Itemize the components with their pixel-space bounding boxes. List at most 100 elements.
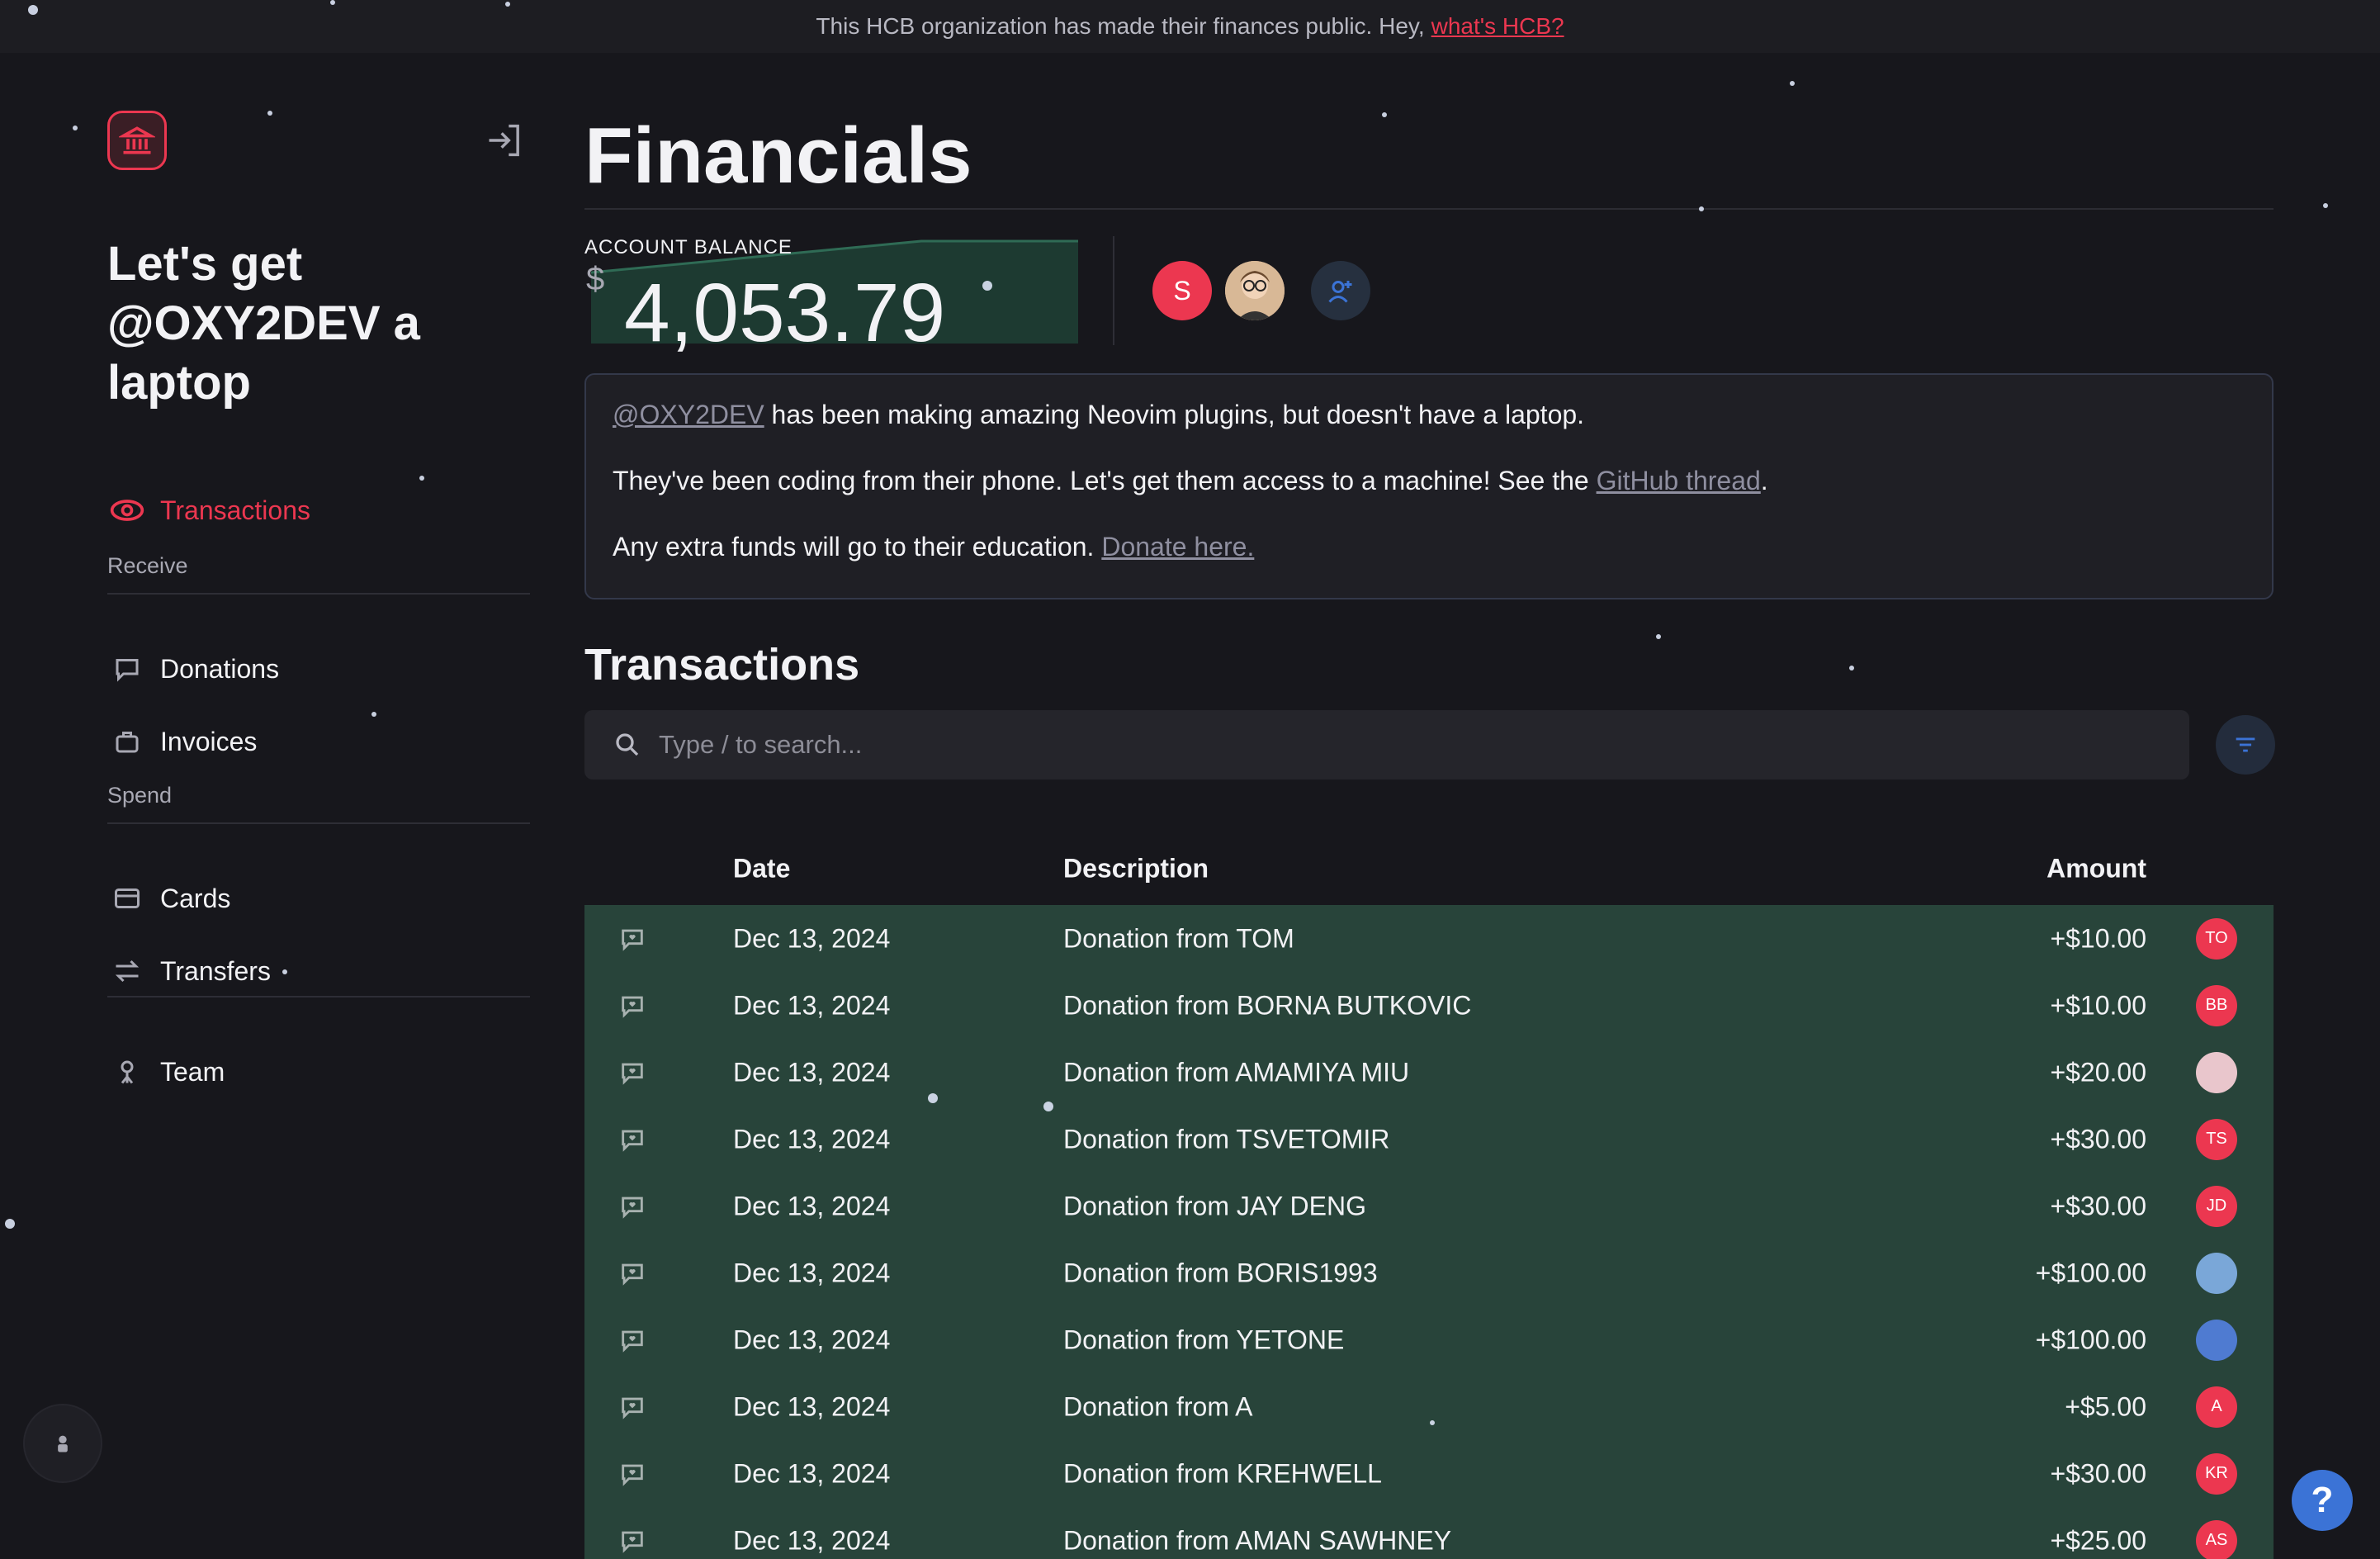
filter-button[interactable] — [2216, 715, 2275, 775]
snowflake-decoration — [1656, 634, 1661, 639]
table-row[interactable]: Dec 13, 2024 Donation from JAY DENG +$30.0… — [584, 1173, 2274, 1239]
page-title: Financials — [584, 111, 972, 200]
transaction-amount: +$25.00 — [2050, 1525, 2146, 1555]
transaction-date: Dec 13, 2024 — [733, 1057, 891, 1087]
avatar[interactable]: JD — [2196, 1185, 2237, 1227]
transaction-amount: +$5.00 — [2065, 1391, 2146, 1421]
organization-name: Let's get @OXY2DEV a laptop — [107, 237, 420, 410]
avatar[interactable] — [2196, 1319, 2237, 1361]
snowflake-decoration — [1699, 206, 1704, 211]
avatar[interactable]: KR — [2196, 1452, 2237, 1495]
avatar[interactable]: S — [1152, 261, 1212, 320]
sidebar-item-team[interactable]: Team — [107, 1049, 537, 1095]
table-row[interactable]: Dec 13, 2024 Donation from A +$5.00 A — [584, 1373, 2274, 1440]
divider — [107, 822, 530, 824]
table-row[interactable]: Dec 13, 2024 Donation from AMAN SAWHNEY +$… — [584, 1507, 2274, 1559]
sidebar: Let's get @OXY2DEV a laptop Transactions… — [0, 53, 561, 1559]
donation-icon — [616, 1257, 649, 1290]
table-row[interactable]: Dec 13, 2024 Donation from KREHWELL +$30.0… — [584, 1440, 2274, 1507]
sidebar-item-label: Transfers — [160, 955, 271, 986]
invite-member-button[interactable] — [1311, 261, 1370, 320]
sidebar-item-label: Cards — [160, 883, 231, 913]
column-header-amount[interactable]: Amount — [2046, 854, 2146, 884]
transaction-amount: +$20.00 — [2050, 1057, 2146, 1087]
donation-icon — [616, 922, 649, 955]
table-row[interactable]: Dec 13, 2024 Donation from BORIS1993 +$100… — [584, 1239, 2274, 1306]
banner-text: This HCB organization has made their fin… — [816, 13, 1425, 39]
search-input[interactable] — [659, 730, 2145, 760]
transaction-description: Donation from TOM — [1063, 923, 1294, 953]
sidebar-item-invoices[interactable]: Invoices — [107, 718, 537, 765]
avatar[interactable]: TO — [2196, 917, 2237, 960]
eye-icon — [107, 490, 147, 530]
transaction-date: Dec 13, 2024 — [733, 990, 891, 1020]
snowflake-decoration — [1043, 1102, 1053, 1111]
avatar[interactable]: AS — [2196, 1519, 2237, 1559]
column-header-date[interactable]: Date — [733, 854, 790, 884]
transaction-description: Donation from YETONE — [1063, 1324, 1345, 1354]
account-balance: ACCOUNT BALANCE $ 4,053.79 — [584, 236, 1078, 359]
transaction-description: Donation from BORIS1993 — [1063, 1258, 1378, 1287]
transaction-amount: +$10.00 — [2050, 923, 2146, 953]
transaction-date: Dec 13, 2024 — [733, 1258, 891, 1287]
divider — [584, 208, 2274, 210]
table-header: Date Description Amount — [584, 809, 2274, 905]
transaction-date: Dec 13, 2024 — [733, 1458, 891, 1488]
transaction-description: Donation from A — [1063, 1391, 1253, 1421]
table-row[interactable]: Dec 13, 2024 Donation from TSVETOMIR +$30.… — [584, 1106, 2274, 1173]
chat-heart-icon — [107, 649, 147, 689]
tools-button[interactable] — [23, 1404, 102, 1483]
transaction-date: Dec 13, 2024 — [733, 1191, 891, 1220]
snowflake-decoration — [28, 5, 38, 15]
table-row[interactable]: Dec 13, 2024 Donation from BORNA BUTKOVIC… — [584, 972, 2274, 1039]
sign-in-icon[interactable] — [484, 119, 527, 162]
person-icon — [107, 1052, 147, 1092]
transaction-description: Donation from KREHWELL — [1063, 1458, 1382, 1488]
table-row[interactable]: Dec 13, 2024 Donation from TOM +$10.00 TO — [584, 905, 2274, 972]
snowflake-decoration — [1430, 1420, 1435, 1425]
currency-symbol: $ — [586, 261, 605, 297]
transaction-description: Donation from AMAN SAWHNEY — [1063, 1525, 1452, 1555]
oxy2dev-link[interactable]: @OXY2DEV — [613, 400, 764, 429]
avatar[interactable]: A — [2196, 1386, 2237, 1428]
sidebar-item-transactions[interactable]: Transactions — [107, 487, 537, 533]
avatar[interactable]: BB — [2196, 984, 2237, 1026]
transaction-amount: +$10.00 — [2050, 990, 2146, 1020]
sidebar-item-transfers[interactable]: Transfers — [107, 948, 537, 994]
sidebar-item-cards[interactable]: Cards — [107, 875, 537, 922]
transaction-description: Donation from BORNA BUTKOVIC — [1063, 990, 1472, 1020]
snowflake-decoration — [330, 0, 335, 5]
balance-value: 4,053.79 — [624, 267, 946, 359]
section-receive: Receive — [107, 553, 188, 578]
donation-icon — [616, 989, 649, 1022]
help-button[interactable]: ? — [2292, 1470, 2353, 1531]
snowflake-decoration — [419, 476, 424, 481]
donation-icon — [616, 1324, 649, 1357]
avatar[interactable] — [2196, 1051, 2237, 1093]
divider — [107, 593, 530, 595]
section-spend: Spend — [107, 783, 173, 808]
whats-hcb-link[interactable]: what's HCB? — [1431, 13, 1564, 40]
snowflake-decoration — [505, 2, 510, 7]
transactions-heading: Transactions — [584, 640, 860, 689]
avatar[interactable]: TS — [2196, 1118, 2237, 1160]
avatar[interactable] — [2196, 1252, 2237, 1294]
donate-link[interactable]: Donate here. — [1101, 532, 1254, 562]
snowflake-decoration — [982, 281, 992, 291]
sidebar-item-label: Team — [160, 1056, 225, 1087]
divider — [107, 996, 530, 997]
column-header-description[interactable]: Description — [1063, 854, 1209, 884]
snowflake-decoration — [1849, 666, 1854, 671]
snowflake-decoration — [371, 712, 376, 717]
github-thread-link[interactable]: GitHub thread — [1597, 466, 1761, 495]
avatar[interactable] — [1225, 261, 1285, 320]
organization-description: @OXY2DEV has been making amazing Neovim … — [584, 373, 2274, 599]
sidebar-item-label: Invoices — [160, 726, 258, 756]
snowflake-decoration — [1382, 112, 1387, 117]
sidebar-item-donations[interactable]: Donations — [107, 646, 537, 692]
description-line: They've been coding from their phone. Le… — [613, 466, 1768, 495]
table-row[interactable]: Dec 13, 2024 Donation from AMAMIYA MIU +$2… — [584, 1039, 2274, 1106]
table-row[interactable]: Dec 13, 2024 Donation from YETONE +$100.00 — [584, 1306, 2274, 1373]
hcb-logo-icon[interactable] — [107, 111, 167, 170]
transaction-description: Donation from TSVETOMIR — [1063, 1124, 1390, 1154]
